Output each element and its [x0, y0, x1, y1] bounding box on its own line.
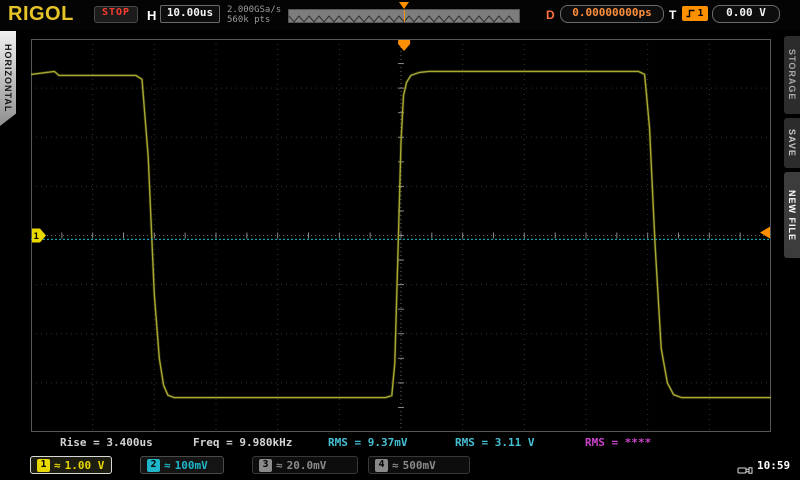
channel-3-status[interactable]: 3 ≈ 20.0mV: [252, 456, 358, 474]
channel-2-scale: 100mV: [175, 459, 208, 472]
horizontal-label: H: [147, 8, 156, 23]
usb-icon: [737, 461, 753, 480]
acquisition-info: 2.000GSa/s 560k pts: [227, 5, 281, 25]
trigger-level-value[interactable]: 0.00 V: [712, 5, 780, 23]
trigger-source-number: 1: [697, 8, 703, 19]
channel-3-scale: 20.0mV: [287, 459, 327, 472]
channel-2-status[interactable]: 2 ≈ 100mV: [140, 456, 224, 474]
channel-status-bar: 1 ≈ 1.00 V 2 ≈ 100mV 3 ≈ 20.0mV 4 ≈ 500m…: [0, 454, 800, 480]
top-bar: RIGOL STOP H 10.00us 2.000GSa/s 560k pts…: [0, 0, 800, 30]
coupling-icon: ≈: [54, 459, 61, 472]
measurements-row: Rise = 3.400us Freq = 9.980kHz RMS = 9.3…: [31, 436, 771, 450]
waveform-display: 1: [31, 39, 771, 432]
channel-4-number-badge: 4: [375, 459, 388, 472]
memory-depth-value: 560k pts: [227, 15, 281, 25]
record-waveform-thumbnail: [289, 13, 517, 25]
run-state-badge[interactable]: STOP: [94, 6, 138, 23]
scope-graticule-and-traces: 1: [31, 39, 771, 432]
measurement-rms-ch1: RMS = 3.11 V: [455, 436, 534, 449]
channel-1-number-badge: 1: [37, 459, 50, 472]
brand-logo: RIGOL: [8, 3, 74, 26]
tab-save[interactable]: SAVE: [784, 118, 800, 168]
rising-edge-icon: [686, 9, 695, 18]
measurement-freq: Freq = 9.980kHz: [193, 436, 292, 449]
timebase-value[interactable]: 10.00us: [160, 5, 220, 23]
delay-value[interactable]: 0.00000000ps: [560, 5, 664, 23]
coupling-icon: ≈: [164, 459, 171, 472]
trigger-position-marker-icon[interactable]: [399, 2, 409, 14]
channel-2-number-badge: 2: [147, 459, 160, 472]
record-position-strip[interactable]: [288, 9, 520, 23]
trigger-source-badge[interactable]: 1: [682, 6, 708, 21]
coupling-icon: ≈: [276, 459, 283, 472]
tab-horizontal[interactable]: HORIZONTAL: [0, 31, 16, 126]
trigger-position-marker: [398, 40, 410, 51]
clock: 10:59: [757, 459, 790, 472]
svg-text:1: 1: [34, 232, 39, 242]
coupling-icon: ≈: [392, 459, 399, 472]
measurement-rms-ch2: RMS = 9.37mV: [328, 436, 407, 449]
delay-label: D: [546, 8, 555, 22]
channel-4-scale: 500mV: [403, 459, 436, 472]
measurement-rise: Rise = 3.400us: [60, 436, 153, 449]
channel-1-status[interactable]: 1 ≈ 1.00 V: [30, 456, 112, 474]
measurement-rms-ch3: RMS = ****: [585, 436, 651, 449]
sample-rate-value: 2.000GSa/s: [227, 5, 281, 15]
channel-4-status[interactable]: 4 ≈ 500mV: [368, 456, 470, 474]
channel-1-scale: 1.00 V: [65, 459, 105, 472]
tab-storage[interactable]: STORAGE: [784, 36, 800, 114]
channel-3-number-badge: 3: [259, 459, 272, 472]
trigger-label: T: [669, 8, 676, 22]
tab-new-file[interactable]: NEW FILE: [784, 172, 800, 258]
trigger-level-marker: [760, 227, 770, 239]
